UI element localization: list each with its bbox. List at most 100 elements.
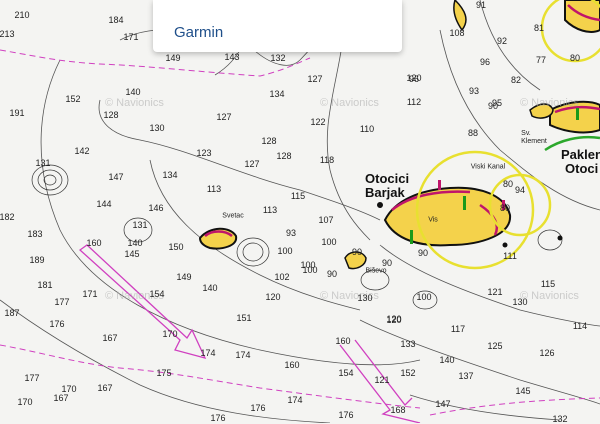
depth-sounding: 189 bbox=[29, 255, 45, 265]
depth-sounding: 91 bbox=[475, 0, 487, 10]
depth-sounding: 183 bbox=[27, 229, 43, 239]
depth-sounding: 160 bbox=[284, 360, 300, 370]
depth-sounding: 134 bbox=[162, 170, 178, 180]
depth-sounding: 80 bbox=[499, 203, 511, 213]
depth-sounding: 210 bbox=[14, 10, 30, 20]
garmin-popup-label[interactable]: Garmin bbox=[174, 24, 223, 41]
depth-sounding: 127 bbox=[244, 159, 260, 169]
depth-sounding: 133 bbox=[400, 339, 416, 349]
depth-sounding: 174 bbox=[287, 395, 303, 405]
depth-sounding: 123 bbox=[196, 148, 212, 158]
depth-sounding: 128 bbox=[261, 136, 277, 146]
depth-sounding: 154 bbox=[338, 368, 354, 378]
depth-sounding: 120 bbox=[265, 292, 281, 302]
place-label-viski-kanal: Viski Kanal bbox=[470, 163, 506, 171]
depth-sounding: 127 bbox=[216, 112, 232, 122]
depth-sounding: 191 bbox=[9, 108, 25, 118]
depth-sounding: 140 bbox=[125, 87, 141, 97]
depth-sounding: 150 bbox=[168, 242, 184, 252]
depth-sounding: 127 bbox=[307, 74, 323, 84]
depth-sounding: 113 bbox=[206, 184, 222, 194]
depth-sounding: 128 bbox=[276, 151, 292, 161]
depth-sounding: 131 bbox=[132, 220, 148, 230]
depth-sounding: 176 bbox=[250, 403, 266, 413]
depth-sounding: 115 bbox=[290, 191, 306, 201]
depth-sounding: 90 bbox=[381, 258, 393, 268]
depth-sounding: 170 bbox=[162, 329, 178, 339]
depth-sounding: 168 bbox=[390, 405, 406, 415]
depth-sounding: 132 bbox=[270, 53, 286, 63]
depth-sounding: 144 bbox=[96, 199, 112, 209]
depth-sounding: 167 bbox=[53, 393, 69, 403]
depth-sounding: 176 bbox=[49, 319, 65, 329]
depth-sounding: 187 bbox=[4, 308, 20, 318]
depth-sounding: 137 bbox=[458, 371, 474, 381]
depth-sounding: 213 bbox=[0, 29, 15, 39]
depth-sounding: 80 bbox=[569, 53, 581, 63]
garmin-popup[interactable]: Garmin bbox=[153, 0, 402, 52]
depth-sounding: 177 bbox=[54, 297, 70, 307]
depth-sounding: 175 bbox=[156, 368, 172, 378]
depth-sounding: 147 bbox=[435, 399, 451, 409]
depth-sounding: 140 bbox=[127, 238, 143, 248]
depth-sounding: 121 bbox=[374, 375, 390, 385]
depth-sounding: 140 bbox=[439, 355, 455, 365]
place-label-sveti-klement: Sv. Klement bbox=[521, 130, 547, 145]
depth-sounding: 134 bbox=[269, 89, 285, 99]
depth-sounding: 146 bbox=[148, 203, 164, 213]
depth-sounding: 102 bbox=[274, 272, 290, 282]
depth-sounding: 122 bbox=[310, 117, 326, 127]
depth-sounding: 108 bbox=[449, 28, 465, 38]
depth-sounding: 174 bbox=[235, 350, 251, 360]
depth-sounding: 131 bbox=[35, 158, 51, 168]
place-label-bisevo: Biševo bbox=[365, 267, 387, 275]
depth-sounding: 110 bbox=[359, 124, 375, 134]
place-label-pakleni-otoci: Pakleni Otoci bbox=[561, 147, 600, 176]
depth-sounding: 100 bbox=[416, 292, 432, 302]
depth-sounding: 100 bbox=[277, 246, 293, 256]
depth-sounding: 120 bbox=[406, 73, 422, 83]
depth-sounding: 149 bbox=[165, 53, 181, 63]
depth-sounding: 88 bbox=[467, 128, 479, 138]
depth-sounding: 140 bbox=[202, 283, 218, 293]
depth-sounding: 176 bbox=[210, 413, 226, 423]
depth-sounding: 181 bbox=[37, 280, 53, 290]
depth-sounding: 115 bbox=[540, 279, 556, 289]
watermark: © Navionics bbox=[520, 97, 579, 109]
depth-sounding: 125 bbox=[487, 341, 503, 351]
depth-sounding: 117 bbox=[450, 324, 466, 334]
depth-sounding: 81 bbox=[533, 23, 545, 33]
depth-sounding: 174 bbox=[200, 348, 216, 358]
depth-sounding: 90 bbox=[326, 269, 338, 279]
depth-sounding: 82 bbox=[510, 75, 522, 85]
depth-sounding: 160 bbox=[86, 238, 102, 248]
depth-sounding: 182 bbox=[0, 212, 15, 222]
depth-sounding: 93 bbox=[285, 228, 297, 238]
depth-sounding: 120 bbox=[386, 314, 402, 324]
depth-sounding: 149 bbox=[176, 272, 192, 282]
watermark: © Navionics bbox=[320, 97, 379, 109]
depth-sounding: 118 bbox=[319, 155, 335, 165]
depth-sounding: 160 bbox=[335, 336, 351, 346]
depth-sounding: 80 bbox=[502, 179, 514, 189]
depth-sounding: 130 bbox=[357, 293, 373, 303]
depth-sounding: 145 bbox=[515, 386, 531, 396]
depth-sounding: 184 bbox=[108, 15, 124, 25]
depth-sounding: 130 bbox=[512, 297, 528, 307]
depth-sounding: 113 bbox=[262, 205, 278, 215]
depth-sounding: 176 bbox=[338, 410, 354, 420]
depth-sounding: 92 bbox=[496, 36, 508, 46]
depth-sounding: 143 bbox=[224, 52, 240, 62]
depth-sounding: 167 bbox=[97, 383, 113, 393]
depth-sounding: 77 bbox=[535, 55, 547, 65]
depth-sounding: 93 bbox=[468, 86, 480, 96]
depth-sounding: 100 bbox=[321, 237, 337, 247]
depth-sounding: 170 bbox=[17, 397, 33, 407]
depth-sounding: 145 bbox=[124, 249, 140, 259]
depth-sounding: 167 bbox=[102, 333, 118, 343]
depth-sounding: 177 bbox=[24, 373, 40, 383]
depth-sounding: 112 bbox=[406, 97, 422, 107]
depth-sounding: 154 bbox=[149, 289, 165, 299]
depth-sounding: 152 bbox=[65, 94, 81, 104]
depth-sounding: 147 bbox=[108, 172, 124, 182]
